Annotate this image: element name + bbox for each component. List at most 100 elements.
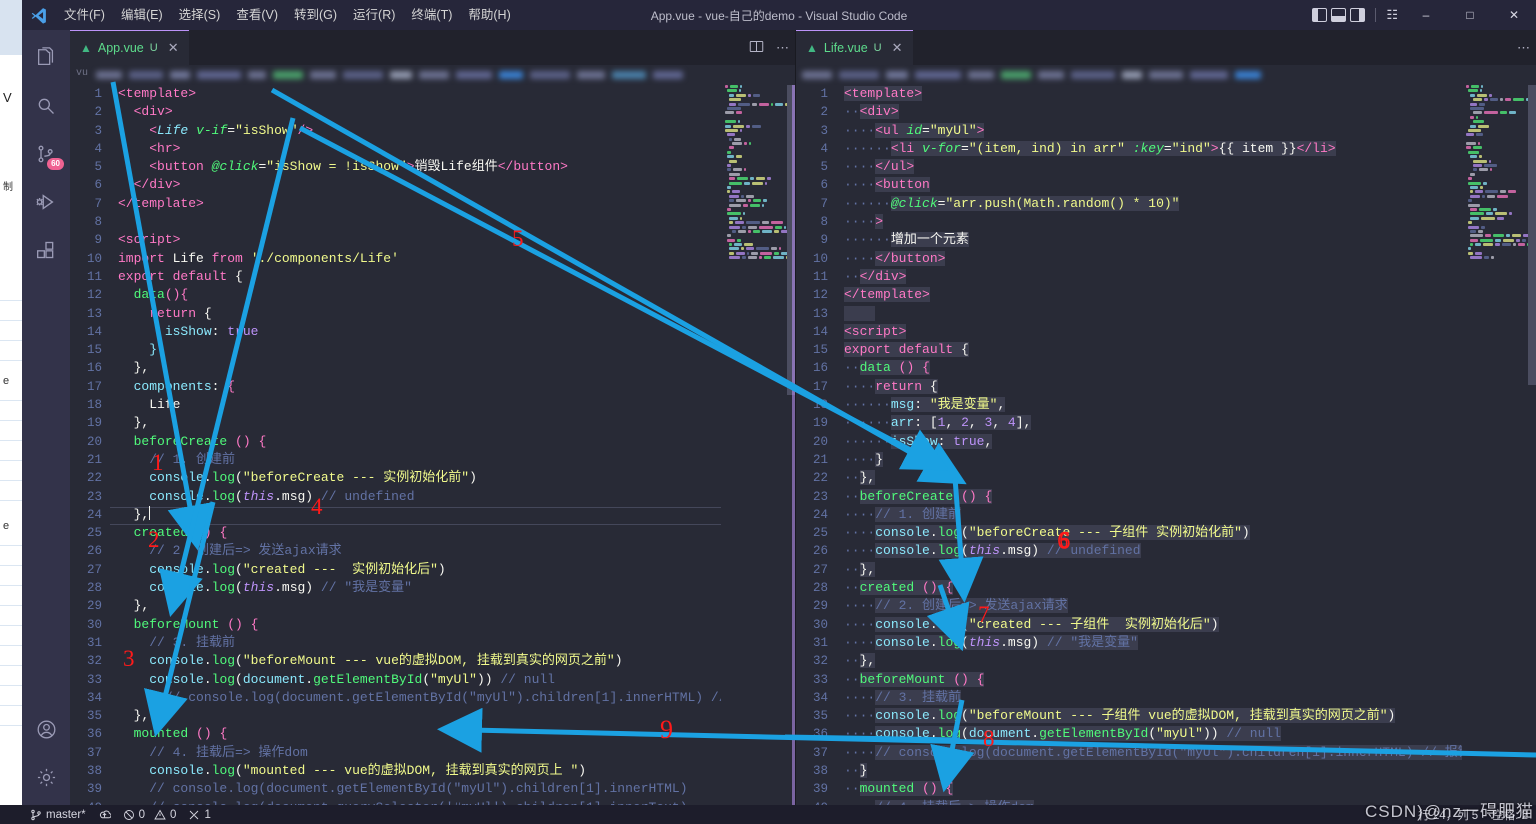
code-line[interactable]: ····// 1. 创建前 [844, 506, 1536, 524]
code-line[interactable]: beforeMount () { [118, 616, 795, 634]
maximize-button[interactable]: □ [1448, 0, 1492, 30]
code-line[interactable] [844, 305, 1536, 323]
code-line[interactable]: import Life from './components/Life' [118, 250, 795, 268]
code-line[interactable]: </template> [118, 195, 795, 213]
code-line[interactable]: ····console.log(this.msg) // "我是变量" [844, 634, 1536, 652]
code-line[interactable]: }, [118, 707, 795, 725]
menu-bar[interactable]: 文件(F) 编辑(E) 选择(S) 查看(V) 转到(G) 运行(R) 终端(T… [56, 0, 519, 30]
code-line[interactable]: ······isShow: true, [844, 433, 1536, 451]
menu-terminal[interactable]: 终端(T) [403, 0, 460, 30]
code-line[interactable]: ····// 2. 创建后=> 发送ajax请求 [844, 597, 1536, 615]
code-line[interactable]: <template> [118, 85, 795, 103]
code-line[interactable]: console.log("created --- 实例初始化后") [118, 561, 795, 579]
code-line[interactable]: ····</button> [844, 250, 1536, 268]
tab-close-icon[interactable]: ✕ [164, 40, 179, 56]
more-actions-icon[interactable]: ⋯ [776, 40, 789, 56]
code-line[interactable]: }, [118, 359, 795, 377]
minimap-left[interactable] [721, 85, 795, 805]
code-line[interactable]: ····return { [844, 378, 1536, 396]
menu-go[interactable]: 转到(G) [286, 0, 345, 30]
code-line[interactable]: ····</ul> [844, 158, 1536, 176]
code-line[interactable]: console.log(document.getElementById("myU… [118, 671, 795, 689]
code-line[interactable]: ····console.log("beforeCreate --- 子组件 实例… [844, 524, 1536, 542]
code-line[interactable]: ····console.log(this.msg) // undefined [844, 542, 1536, 560]
code-line[interactable]: ··beforeCreate () { [844, 488, 1536, 506]
code-line[interactable]: data(){ [118, 286, 795, 304]
code-line[interactable]: <script> [844, 323, 1536, 341]
menu-view[interactable]: 查看(V) [228, 0, 286, 30]
code-line[interactable]: Life [118, 396, 795, 414]
breadcrumb-right[interactable] [796, 65, 1536, 85]
code-line[interactable]: ··} [844, 762, 1536, 780]
code-viewport-right[interactable]: 1 2 3 4 5 6 7 8 9 10 11 12 13 14 15 16 17 18 19 20 21 22 23 24 2… [796, 85, 1536, 805]
code-line[interactable]: console.log("mounted --- vue的虚拟DOM, 挂载到真… [118, 762, 795, 780]
close-button[interactable]: ✕ [1492, 0, 1536, 30]
code-line[interactable]: ··}, [844, 652, 1536, 670]
code-line[interactable]: ··}, [844, 561, 1536, 579]
code-line[interactable]: console.log("beforeMount --- vue的虚拟DOM, … [118, 652, 795, 670]
code-line[interactable]: ····console.log("created --- 子组件 实例初始化后"… [844, 616, 1536, 634]
toggle-primary-sidebar-icon[interactable] [1312, 8, 1328, 22]
code-line[interactable]: // console.log(document.getElementById("… [118, 780, 795, 798]
code-line[interactable]: </template> [844, 286, 1536, 304]
code-line[interactable] [118, 213, 795, 231]
tab-app-vue[interactable]: ▲ App.vue U ✕ [70, 30, 189, 65]
code-line[interactable]: ····// console.log(document.getElementBy… [844, 744, 1536, 762]
code-line[interactable]: ··<div> [844, 103, 1536, 121]
code-line[interactable]: ····console.log("beforeMount --- 子组件 vue… [844, 707, 1536, 725]
settings-gear-icon[interactable] [22, 753, 70, 801]
code-line[interactable]: // 2. 创建后=> 发送ajax请求 [118, 542, 795, 560]
code-line[interactable]: <hr> [118, 140, 795, 158]
code-line[interactable]: <Life v-if="isShow"/> [118, 122, 795, 140]
code-line[interactable]: console.log("beforeCreate --- 实例初始化前") [118, 469, 795, 487]
code-line[interactable]: mounted () { [118, 725, 795, 743]
status-branch[interactable]: master* [30, 809, 86, 821]
code-line[interactable]: export default { [118, 268, 795, 286]
code-line[interactable]: created () { [118, 524, 795, 542]
code-viewport-left[interactable]: 1 2 3 4 5 6 7 8 9 10 11 12 13 14 15 16 17 18 19 20 21 22 23 24 2… [70, 85, 795, 805]
minimap-right[interactable] [1462, 85, 1536, 805]
code-line[interactable]: ····} [844, 451, 1536, 469]
breadcrumb-left[interactable]: vu [70, 65, 795, 85]
code-line[interactable]: ······<li v-for="(item, ind) in arr" :ke… [844, 140, 1536, 158]
code-line[interactable]: ····<ul id="myUl"> [844, 122, 1536, 140]
code-line[interactable]: return { [118, 305, 795, 323]
search-icon[interactable] [22, 82, 70, 130]
code-line[interactable]: ····// 3. 挂载前 [844, 689, 1536, 707]
minimize-button[interactable]: – [1404, 0, 1448, 30]
code-line[interactable]: // 4. 挂载后=> 操作dom [118, 744, 795, 762]
code-line[interactable]: <div> [118, 103, 795, 121]
code-line[interactable]: ······arr: [1, 2, 3, 4], [844, 414, 1536, 432]
code-line[interactable]: }, [118, 505, 795, 524]
menu-edit[interactable]: 编辑(E) [113, 0, 171, 30]
tab-life-vue[interactable]: ▲ Life.vue U ✕ [796, 30, 913, 65]
code-line[interactable]: console.log(this.msg) // undefined [118, 488, 795, 506]
extensions-icon[interactable] [22, 226, 70, 274]
code-line[interactable]: } [118, 341, 795, 359]
status-ports[interactable]: 1 [188, 809, 211, 821]
source-control-icon[interactable]: 60 [22, 130, 70, 178]
code-line[interactable]: <script> [118, 231, 795, 249]
code-line[interactable]: ····<button [844, 176, 1536, 194]
code-line[interactable]: ··data () { [844, 359, 1536, 377]
split-editor-icon[interactable] [749, 39, 764, 57]
more-actions-icon[interactable]: ⋯ [1517, 40, 1530, 56]
code-line[interactable]: ··beforeMount () { [844, 671, 1536, 689]
code-line[interactable]: // console.log(document.getElementById("… [118, 689, 795, 707]
code-line[interactable]: ··created () { [844, 579, 1536, 597]
code-line[interactable]: ··mounted () { [844, 780, 1536, 798]
code-line[interactable]: </div> [118, 176, 795, 194]
toggle-secondary-sidebar-icon[interactable] [1350, 8, 1366, 22]
minimap-slider[interactable] [1528, 85, 1536, 385]
code-line[interactable]: ··</div> [844, 268, 1536, 286]
code-line[interactable]: }, [118, 414, 795, 432]
menu-file[interactable]: 文件(F) [56, 0, 113, 30]
code-line[interactable]: // 3. 挂载前 [118, 634, 795, 652]
code-line[interactable]: <button @click="isShow = !isShow">销毁Life… [118, 158, 795, 176]
menu-help[interactable]: 帮助(H) [460, 0, 518, 30]
code-line[interactable]: components: { [118, 378, 795, 396]
code-content-right[interactable]: <template> ··<div> ····<ul id="myUl"> ·····… [844, 85, 1536, 805]
status-problems[interactable]: 0 0 [123, 809, 176, 821]
code-content-left[interactable]: <template> <div> <Life v-if="isShow"/> <… [118, 85, 795, 805]
code-line[interactable]: beforeCreate () { [118, 433, 795, 451]
